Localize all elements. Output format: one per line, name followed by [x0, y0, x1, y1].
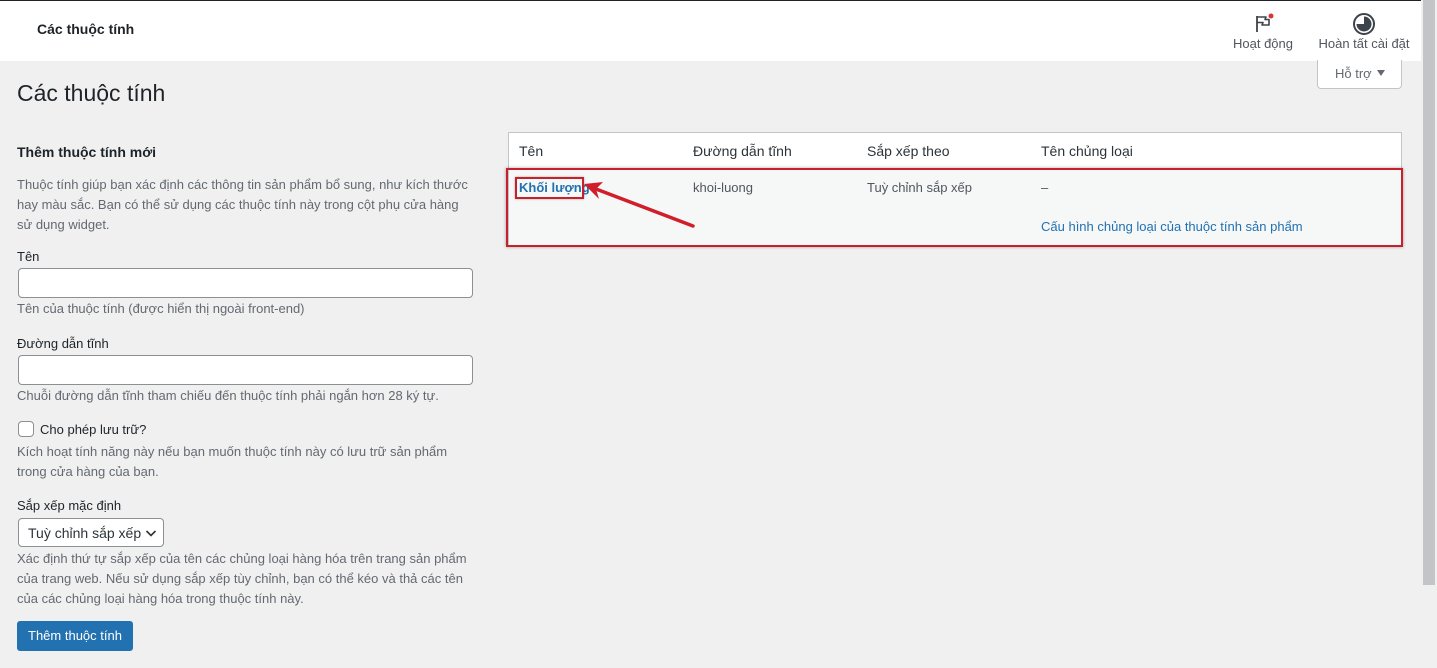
column-header-slug: Đường dẫn tĩnh [693, 143, 792, 159]
column-header-orderby: Sắp xếp theo [867, 143, 950, 159]
configure-terms-link[interactable]: Cấu hình chủng loại của thuộc tính sản p… [1041, 219, 1303, 234]
activity-label: Hoạt động [1233, 36, 1293, 51]
slug-input[interactable] [18, 355, 473, 385]
column-header-name: Tên [519, 143, 544, 159]
attribute-name-link[interactable]: Khối lượng [519, 180, 590, 195]
chevron-down-icon [145, 530, 157, 537]
orderby-label: Sắp xếp mặc định [17, 498, 122, 513]
page-title: Các thuộc tính [17, 80, 166, 106]
slug-help: Chuỗi đường dẫn tĩnh tham chiếu đến thuộ… [17, 388, 439, 403]
attribute-slug: khoi-luong [693, 180, 753, 195]
attribute-orderby: Tuỳ chỉnh sắp xếp [867, 180, 973, 195]
name-label: Tên [17, 249, 40, 264]
top-header: Các thuộc tính Hoạt động Hoàn tất cài đặ… [0, 0, 1421, 61]
header-top-border [0, 0, 1421, 1]
activity-button[interactable]: Hoạt động [1232, 11, 1294, 55]
orderby-select[interactable]: Tuỳ chỉnh sắp xếp [18, 518, 164, 547]
enable-archive-checkbox[interactable] [18, 421, 34, 437]
form-intro: Thuộc tính giúp bạn xác định các thông t… [17, 177, 468, 232]
add-attribute-button[interactable]: Thêm thuộc tính [17, 621, 133, 651]
archive-help: Kích hoạt tính năng này nếu bạn muốn thu… [17, 444, 448, 479]
attributes-table: Tên Đường dẫn tĩnh Sắp xếp theo Tên chủn… [508, 132, 1402, 247]
finish-setup-button[interactable]: Hoàn tất cài đặt [1316, 11, 1412, 55]
header-title: Các thuộc tính [37, 21, 135, 37]
add-attribute-heading: Thêm thuộc tính mới [17, 144, 157, 160]
page-scrollbar[interactable] [1421, 0, 1437, 668]
setup-label: Hoàn tất cài đặt [1318, 36, 1410, 51]
slug-label: Đường dẫn tĩnh [17, 336, 109, 351]
name-input[interactable] [18, 268, 473, 298]
name-help: Tên của thuộc tính (được hiển thị ngoài … [17, 301, 305, 316]
scrollbar-thumb[interactable] [1423, 0, 1435, 585]
attribute-terms: – [1041, 180, 1049, 195]
orderby-help: Xác định thứ tự sắp xếp của tên các chủn… [17, 551, 467, 606]
flag-icon [1256, 13, 1274, 32]
orderby-selected-value: Tuỳ chỉnh sắp xếp [28, 525, 142, 541]
caret-down-icon [1377, 70, 1385, 76]
progress-circle-icon [1353, 13, 1375, 35]
table-row: Khối lượng khoi-luong Tuỳ chỉnh sắp xếp … [509, 170, 1401, 246]
enable-archive-label[interactable]: Cho phép lưu trữ? [40, 422, 146, 437]
help-label: Hỗ trợ [1335, 66, 1372, 81]
column-header-terms: Tên chủng loại [1041, 143, 1133, 159]
help-tab-button[interactable]: Hỗ trợ [1317, 60, 1402, 89]
